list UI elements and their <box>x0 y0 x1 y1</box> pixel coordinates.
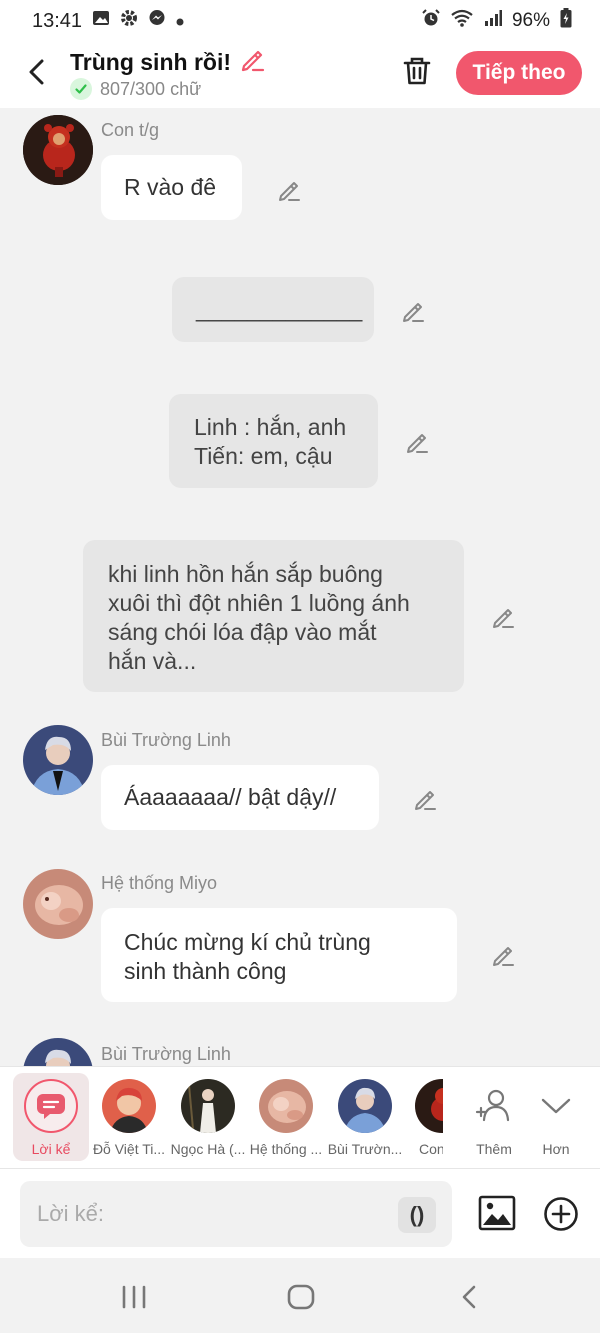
message-input[interactable]: Lời kể: () <box>20 1181 452 1247</box>
system-nav-bar <box>0 1258 600 1333</box>
narration-line: sáng chói lóa đập vào mắt <box>108 619 377 645</box>
back-nav-icon[interactable] <box>460 1284 478 1315</box>
character-label: Đỗ Việt Ti... <box>92 1141 166 1157</box>
edit-icon[interactable] <box>490 942 516 968</box>
recent-apps-icon[interactable] <box>120 1285 148 1314</box>
narration-bubble[interactable]: khi linh hồn hắn sắp buông xuôi thì đột … <box>83 540 464 692</box>
image-upload-icon[interactable] <box>478 1195 516 1236</box>
status-bar: 13:41 96% <box>0 0 600 42</box>
character-bui-truong-linh[interactable]: Bùi Trườn... <box>326 1073 404 1163</box>
narration-line: khi linh hồn hắn sắp buông <box>108 561 383 587</box>
character-avatar <box>259 1079 313 1133</box>
chat-area[interactable]: Con t/g R vào đê _____________ Linh : hắ… <box>0 108 600 1066</box>
character-label: Con <box>419 1141 443 1157</box>
speaker-name: Hệ thống Miyo <box>101 873 218 893</box>
battery-icon <box>560 8 572 34</box>
character-label: Ngọc Hà (... <box>170 1141 246 1157</box>
narration-line: hắn và... <box>108 648 197 674</box>
header: Trùng sinh rồi! 807/300 chữ Tiếp theo <box>0 42 600 108</box>
edit-icon[interactable] <box>404 429 430 455</box>
signal-icon <box>484 10 502 32</box>
character-avatar <box>102 1079 156 1133</box>
character-label: Hệ thống ... <box>249 1141 323 1157</box>
add-circle-icon[interactable] <box>543 1196 579 1237</box>
character-he-thong-miyo[interactable]: Hệ thống ... <box>247 1073 325 1163</box>
alarm-icon <box>422 9 440 33</box>
add-person-icon <box>467 1079 521 1133</box>
message-line: sinh thành công <box>124 958 287 984</box>
gear-icon <box>120 9 138 33</box>
narration-bubble[interactable]: Linh : hắn, anh Tiến: em, cậu <box>169 394 378 488</box>
message-bubble[interactable]: Chúc mừng kí chủ trùng sinh thành công <box>101 908 457 1002</box>
speaker-name: Bùi Trường Linh <box>101 730 231 750</box>
avatar-he-thong-miyo[interactable] <box>23 869 93 939</box>
avatar-bui-truong-linh[interactable] <box>23 1038 93 1066</box>
narration-icon <box>24 1079 78 1133</box>
message-bubble[interactable]: Áaaaaaaa// bật dậy// <box>101 765 379 830</box>
message-bubble[interactable]: R vào đê <box>101 155 242 220</box>
character-con-tg[interactable]: Con <box>405 1073 443 1163</box>
word-count-text: 807/300 chữ <box>100 78 202 99</box>
next-button[interactable]: Tiếp theo <box>456 51 582 95</box>
messenger-icon <box>148 9 166 33</box>
narration-line: Tiến: em, cậu <box>194 443 333 469</box>
character-label: Lời kể <box>31 1141 71 1157</box>
character-selector: Lời kể Đỗ Việt Ti... Ngọc Hà (... Hệ thố… <box>0 1066 600 1169</box>
narration-line: xuôi thì đột nhiên 1 luồng ánh <box>108 590 410 616</box>
narration-bubble[interactable]: _____________ <box>172 277 374 342</box>
character-label: Hơn <box>542 1141 570 1157</box>
avatar-bui-truong-linh[interactable] <box>23 725 93 795</box>
story-title-text: Trùng sinh rồi! <box>70 48 231 75</box>
image-icon <box>92 9 110 33</box>
character-avatar <box>181 1079 235 1133</box>
input-placeholder: Lời kể: <box>37 1201 105 1226</box>
word-count: 807/300 chữ <box>70 78 201 100</box>
character-ngoc-ha[interactable]: Ngọc Hà (... <box>169 1073 247 1163</box>
avatar-con-tg[interactable] <box>23 115 93 185</box>
more-button[interactable]: Hơn <box>517 1073 595 1163</box>
edit-icon[interactable] <box>490 604 516 630</box>
speaker-name: Con t/g <box>101 120 160 140</box>
parentheses-button[interactable]: () <box>398 1197 436 1233</box>
message-line: Chúc mừng kí chủ trùng <box>124 929 371 955</box>
narration-line: Linh : hắn, anh <box>194 414 347 440</box>
back-button[interactable] <box>18 54 54 90</box>
notification-dot-icon <box>176 10 184 32</box>
chevron-down-icon <box>529 1079 583 1133</box>
edit-title-icon[interactable] <box>239 46 265 78</box>
character-label: Bùi Trườn... <box>327 1141 403 1157</box>
speaker-name: Bùi Trường Linh <box>101 1044 231 1064</box>
character-avatar <box>338 1079 392 1133</box>
trash-icon[interactable] <box>400 54 434 88</box>
battery-percent: 96% <box>511 10 550 31</box>
composer: Lời kể: () <box>0 1168 600 1259</box>
check-icon <box>70 78 92 100</box>
edit-icon[interactable] <box>412 786 438 812</box>
character-avatar <box>415 1079 443 1133</box>
character-narrator[interactable]: Lời kể <box>13 1073 89 1161</box>
edit-icon[interactable] <box>400 298 426 324</box>
home-icon[interactable] <box>287 1284 315 1315</box>
story-title: Trùng sinh rồi! <box>70 46 265 78</box>
status-time: 13:41 <box>32 9 83 32</box>
wifi-icon <box>450 9 474 33</box>
character-do-viet-tien[interactable]: Đỗ Việt Ti... <box>90 1073 168 1163</box>
edit-icon[interactable] <box>276 177 302 203</box>
